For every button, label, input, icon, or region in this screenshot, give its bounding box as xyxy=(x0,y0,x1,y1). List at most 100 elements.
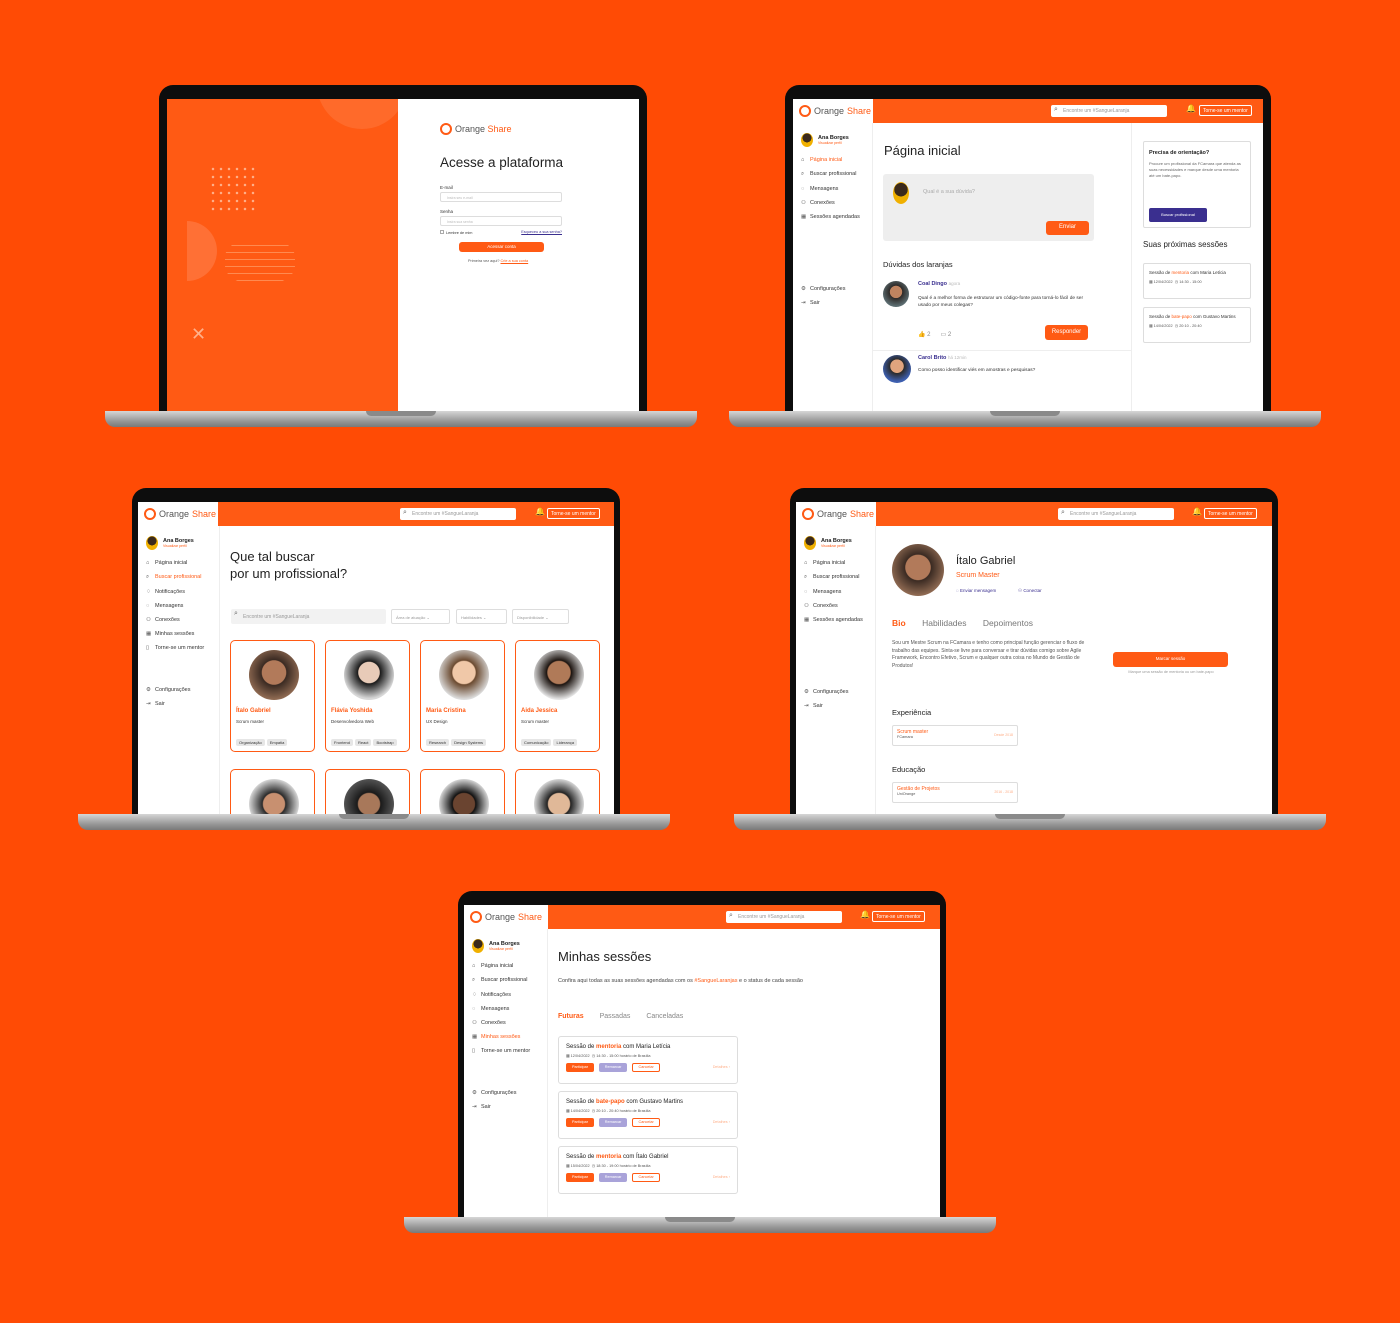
forgot-link[interactable]: Esqueceu a sua senha? xyxy=(521,230,562,235)
nav-notifications[interactable]: ♢ Notificações xyxy=(138,585,219,599)
remember-checkbox[interactable]: Lembre de mim xyxy=(440,230,472,235)
bell-icon[interactable]: 🔔 xyxy=(860,910,870,919)
comment-icon[interactable]: ▭ xyxy=(941,332,947,338)
nav-messages[interactable]: ◌ Mensagens xyxy=(138,599,219,613)
nav-settings[interactable]: ⚙ Configurações xyxy=(464,1086,547,1100)
tab-testimonials[interactable]: Depoimentos xyxy=(983,618,1033,628)
nav-logout[interactable]: ⇥ Sair xyxy=(793,296,872,310)
schedule-button[interactable]: Marcar sessão xyxy=(1113,652,1228,667)
details-link[interactable]: Detalhes › xyxy=(713,1065,730,1069)
email-input[interactable]: Insira seu e-mail xyxy=(440,192,562,202)
tab-future[interactable]: Futuras xyxy=(558,1013,584,1020)
bell-icon[interactable]: 🔔 xyxy=(535,507,545,516)
nav-connections[interactable]: ⚇ Conexões xyxy=(464,1016,547,1030)
nav-logout[interactable]: ⇥ Sair xyxy=(138,697,219,711)
search-input[interactable]: Encontre um #SangueLaranja xyxy=(400,508,516,520)
nav-search[interactable]: ⌕ Buscar profissional xyxy=(796,570,875,585)
reschedule-button[interactable]: Remarcar xyxy=(599,1118,628,1127)
become-mentor-button[interactable]: Torne-se um mentor xyxy=(547,508,600,519)
professional-card[interactable] xyxy=(515,769,600,814)
nav-messages[interactable]: ◌ Mensagens xyxy=(796,585,875,599)
become-mentor-button[interactable]: Torne-se um mentor xyxy=(872,911,925,922)
help-search-button[interactable]: Buscar profissional xyxy=(1149,208,1207,222)
join-button[interactable]: Participar xyxy=(566,1063,594,1072)
nav-settings[interactable]: ⚙ Configurações xyxy=(793,282,872,296)
user-card[interactable]: Ana Borges Visualizar perfil xyxy=(793,123,872,153)
professional-card[interactable]: Flávia Yoshida Desenvolvedora Web Fronte… xyxy=(325,640,410,752)
send-button[interactable]: Enviar xyxy=(1046,221,1089,235)
cancel-button[interactable]: Cancelar xyxy=(632,1063,661,1072)
nav-home[interactable]: ⌂ Página inicial xyxy=(138,556,219,570)
nav-become-mentor[interactable]: ▯ Torne-se um mentor xyxy=(138,641,219,655)
cancel-button[interactable]: Cancelar xyxy=(632,1118,661,1127)
bell-icon[interactable]: 🔔 xyxy=(1186,104,1196,113)
connect-button[interactable]: ⚇ Conectar xyxy=(1018,588,1042,594)
tab-bio[interactable]: Bio xyxy=(892,618,906,628)
professional-card[interactable] xyxy=(230,769,315,814)
professional-card[interactable] xyxy=(325,769,410,814)
nav-home[interactable]: ⌂ Página inicial xyxy=(796,556,875,570)
reply-button[interactable]: Responder xyxy=(1045,325,1088,340)
tab-past[interactable]: Passadas xyxy=(600,1013,631,1020)
filter-skills[interactable]: Habilidades ⌄ xyxy=(456,609,507,624)
search-input[interactable]: Encontre um #SangueLaranja xyxy=(1051,105,1167,117)
reschedule-button[interactable]: Remarcar xyxy=(599,1173,628,1182)
details-link[interactable]: Detalhes › xyxy=(713,1120,730,1124)
nav-connections[interactable]: ⚇ Conexões xyxy=(793,196,872,210)
professional-card[interactable]: Maria Cristina UX Design Research Design … xyxy=(420,640,505,752)
cancel-button[interactable]: Cancelar xyxy=(632,1173,661,1182)
professional-card[interactable] xyxy=(420,769,505,814)
nav-settings[interactable]: ⚙ Configurações xyxy=(138,683,219,697)
tab-skills[interactable]: Habilidades xyxy=(922,618,966,628)
send-message-button[interactable]: ◌ Enviar mensagem xyxy=(956,588,996,593)
nav-become-mentor[interactable]: ▯ Torne-se um mentor xyxy=(464,1044,547,1058)
become-mentor-button[interactable]: Torne-se um mentor xyxy=(1204,508,1257,519)
nav-search[interactable]: ⌕ Buscar profissional xyxy=(793,167,872,182)
search-input[interactable]: Encontre um #SangueLaranja xyxy=(726,911,842,923)
reschedule-button[interactable]: Remarcar xyxy=(599,1063,628,1072)
bell-icon[interactable]: 🔔 xyxy=(1192,507,1202,516)
nav-notifications[interactable]: ♢ Notificações xyxy=(464,988,547,1002)
become-mentor-button[interactable]: Torne-se um mentor xyxy=(1199,105,1252,116)
clock-icon: ◷ xyxy=(591,1054,596,1058)
search-input[interactable]: Encontre um #SangueLaranja xyxy=(1058,508,1174,520)
join-button[interactable]: Participar xyxy=(566,1173,594,1182)
details-link[interactable]: Detalhes › xyxy=(713,1175,730,1179)
password-input[interactable]: Insira sua senha xyxy=(440,216,562,226)
user-card[interactable]: Ana Borges Visualizar perfil xyxy=(796,526,875,556)
nav-messages[interactable]: ◌ Mensagens xyxy=(793,182,872,196)
login-button[interactable]: Acessar conta xyxy=(459,242,544,252)
nav-search[interactable]: ⌕ Buscar profissional xyxy=(464,973,547,988)
nav-home[interactable]: ⌂ Página inicial xyxy=(464,959,547,973)
professional-card[interactable]: Ítalo Gabriel Scrum master Organização Em… xyxy=(230,640,315,752)
user-card[interactable]: Ana Borges Visualizar perfil xyxy=(464,929,547,959)
profile-name: Ítalo Gabriel xyxy=(956,555,1016,567)
tab-cancelled[interactable]: Canceladas xyxy=(646,1013,683,1020)
professional-search-input[interactable]: Encontre um #SangueLaranja xyxy=(231,609,386,624)
nav-settings[interactable]: ⚙ Configurações xyxy=(796,685,875,699)
nav-sessions[interactable]: ▦ Minhas sessões xyxy=(464,1030,547,1044)
next-session-card[interactable]: Sessão de mentoria com Maria Letícia ▦ 1… xyxy=(1143,263,1251,299)
professional-card[interactable]: Aida Jessica Scrum master Comunicação Lid… xyxy=(515,640,600,752)
like-icon[interactable]: 👍 xyxy=(918,332,925,338)
nav-logout[interactable]: ⇥ Sair xyxy=(464,1100,547,1114)
create-account-link[interactable]: Crie a sua conta xyxy=(501,259,529,263)
nav-home[interactable]: ⌂ Página inicial xyxy=(793,153,872,167)
filter-area[interactable]: Área de atuação ⌄ xyxy=(391,609,450,624)
nav-scheduled[interactable]: ▦ Sessões agendadas xyxy=(796,613,875,627)
nav-logout[interactable]: ⇥ Sair xyxy=(796,699,875,713)
next-session-card[interactable]: Sessão de bate-papo com Gustavo Martins … xyxy=(1143,307,1251,343)
nav-messages[interactable]: ◌ Mensagens xyxy=(464,1002,547,1016)
page-title: Minhas sessões xyxy=(558,949,652,964)
user-card[interactable]: Ana Borges Visualizar perfil xyxy=(138,526,219,556)
nav-scheduled[interactable]: ▦ Sessões agendadas xyxy=(793,210,872,224)
nav-connections[interactable]: ⚇ Conexões xyxy=(796,599,875,613)
question-box[interactable]: Qual é a sua dúvida? Enviar xyxy=(883,174,1094,241)
nav-connections[interactable]: ⚇ Conexões xyxy=(138,613,219,627)
post-author[interactable]: Carol Brito xyxy=(918,355,946,361)
filter-availability[interactable]: Disponibilidade ⌄ xyxy=(512,609,569,624)
join-button[interactable]: Participar xyxy=(566,1118,594,1127)
nav-search[interactable]: ⌕ Buscar profissional xyxy=(138,570,219,585)
post-author[interactable]: Coal Dingo xyxy=(918,281,947,287)
nav-sessions[interactable]: ▦ Minhas sessões xyxy=(138,627,219,641)
